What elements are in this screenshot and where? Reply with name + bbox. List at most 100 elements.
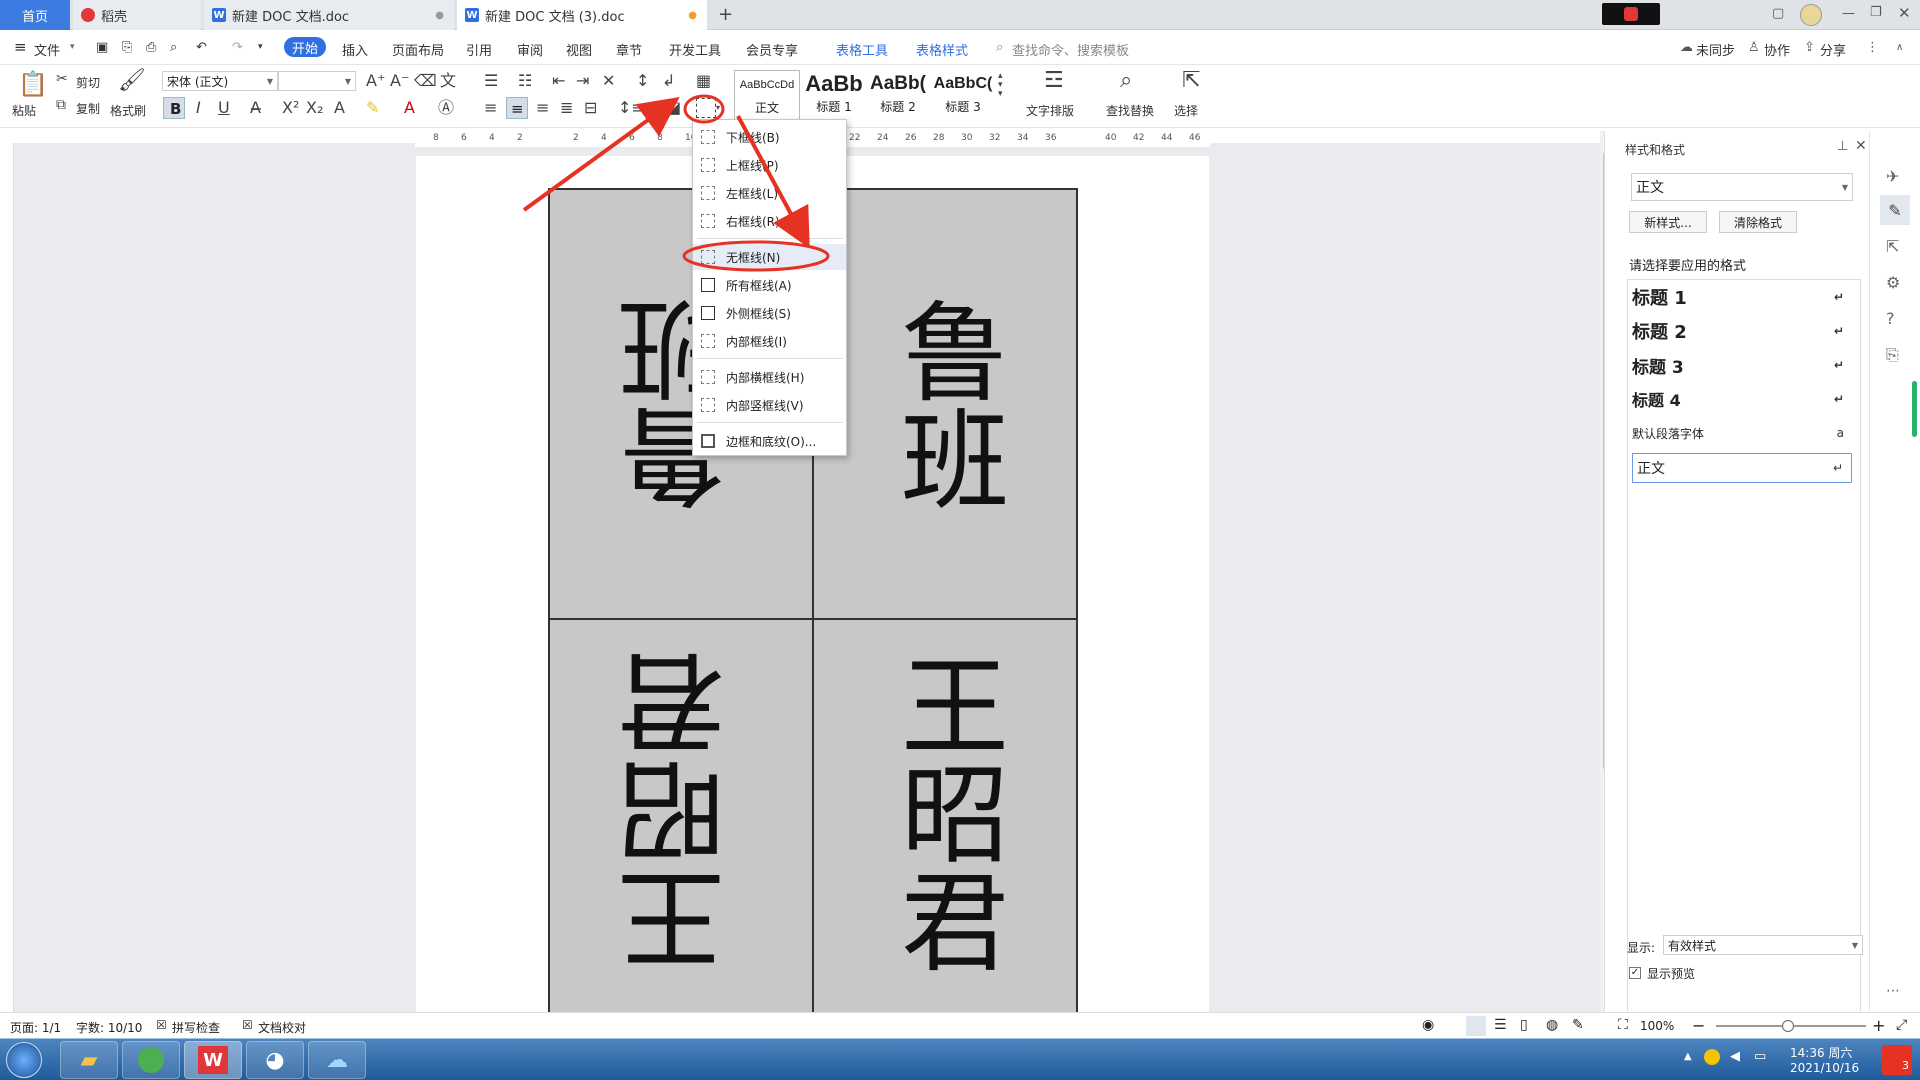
shrink-font-icon[interactable]: A⁻ bbox=[390, 73, 409, 89]
align-left-icon[interactable]: ≡ bbox=[484, 100, 497, 116]
taskbar-browser[interactable] bbox=[122, 1041, 180, 1079]
show-preview-checkbox[interactable]: ✓ bbox=[1629, 967, 1641, 979]
outline-view-icon[interactable]: ☰ bbox=[1494, 1017, 1507, 1033]
menu-start[interactable]: 开始 bbox=[284, 37, 326, 57]
shading-icon[interactable]: ◪ bbox=[666, 100, 681, 116]
web-view-icon[interactable]: ◍ bbox=[1546, 1017, 1558, 1033]
taskbar-wechat[interactable]: ◕ bbox=[246, 1041, 304, 1079]
menu-table-tools[interactable]: 表格工具 bbox=[836, 40, 888, 59]
taskbar-cloud[interactable]: ☁ bbox=[308, 1041, 366, 1079]
show-filter-select[interactable]: 有效样式 ▼ bbox=[1663, 935, 1863, 955]
tab-daoke[interactable]: 稻壳 bbox=[73, 0, 201, 30]
redo-icon[interactable]: ↷ bbox=[232, 40, 243, 55]
more-icon[interactable]: ⋮ bbox=[1866, 40, 1879, 55]
pin-icon[interactable]: ⊥ bbox=[1837, 139, 1848, 154]
paste-button[interactable]: 粘贴 bbox=[12, 102, 36, 119]
show-marks-icon[interactable]: ↲ bbox=[662, 73, 675, 89]
clock-time[interactable]: 14:36 周六 bbox=[1790, 1044, 1852, 1061]
menu-item-left-border[interactable]: 左框线(L) bbox=[693, 180, 846, 206]
network-icon[interactable]: ▭ bbox=[1754, 1049, 1766, 1064]
strikethrough-icon[interactable]: A̶ bbox=[250, 100, 261, 116]
phonetic-icon[interactable]: 文 bbox=[440, 73, 456, 89]
menu-section[interactable]: 章节 bbox=[616, 40, 642, 59]
justify-icon[interactable]: ≣ bbox=[560, 100, 573, 116]
italic-icon[interactable]: I bbox=[196, 100, 201, 116]
distribute-icon[interactable]: ⊟ bbox=[584, 100, 597, 116]
line-spacing-icon[interactable]: ↕≡ bbox=[618, 100, 645, 116]
table-cell[interactable]: 鲁班 bbox=[813, 189, 1077, 619]
menu-insert[interactable]: 插入 bbox=[342, 40, 368, 59]
style-heading1[interactable]: AaBb 标题 1 bbox=[802, 70, 866, 120]
menu-item-outside-borders[interactable]: 外侧框线(S) bbox=[693, 300, 846, 326]
tab-doc1[interactable]: W 新建 DOC 文档.doc ● bbox=[204, 0, 454, 30]
restore-icon[interactable]: ❐ bbox=[1870, 5, 1882, 20]
taskbar-wps[interactable]: W bbox=[184, 1041, 242, 1079]
menu-page-layout[interactable]: 页面布局 bbox=[392, 40, 444, 59]
zoom-level[interactable]: 100% bbox=[1640, 1019, 1674, 1033]
tray-app-icon[interactable] bbox=[1704, 1049, 1720, 1065]
style-list-item[interactable]: 标题 2 ↵ bbox=[1632, 316, 1852, 346]
bullet-list-icon[interactable]: ☰ bbox=[484, 73, 498, 89]
cut-button[interactable]: 剪切 bbox=[76, 74, 100, 91]
menu-item-no-border[interactable]: 无框线(N) bbox=[693, 244, 846, 270]
text-layout-button[interactable]: 文字排版 bbox=[1026, 102, 1074, 119]
format-painter-button[interactable]: 格式刷 bbox=[110, 102, 146, 119]
increase-indent-icon[interactable]: ⇥ bbox=[576, 73, 589, 89]
align-right-icon[interactable]: ≡ bbox=[536, 100, 549, 116]
style-pen-icon[interactable]: ✎ bbox=[1880, 195, 1910, 225]
font-color-icon[interactable]: A bbox=[404, 100, 415, 116]
menu-developer[interactable]: 开发工具 bbox=[669, 40, 721, 59]
menu-item-right-border[interactable]: 右框线(R) bbox=[693, 208, 846, 234]
menu-references[interactable]: 引用 bbox=[466, 40, 492, 59]
print-preview-icon[interactable]: ⌕ bbox=[170, 40, 177, 55]
start-button[interactable] bbox=[6, 1042, 42, 1078]
bold-button[interactable]: B bbox=[163, 97, 185, 119]
menu-item-all-borders[interactable]: 所有框线(A) bbox=[693, 272, 846, 298]
clear-format-button[interactable]: 清除格式 bbox=[1719, 211, 1797, 233]
table-cell[interactable]: 王昭君 bbox=[549, 619, 813, 1017]
close-tab-icon[interactable]: ● bbox=[435, 10, 444, 21]
current-style-select[interactable]: 正文 ▼ bbox=[1631, 173, 1853, 201]
select-button[interactable]: 选择 bbox=[1174, 102, 1198, 119]
menu-item-borders-shading[interactable]: 边框和底纹(O)... bbox=[693, 428, 846, 454]
new-tab-button[interactable]: + bbox=[718, 4, 733, 25]
reading-view-icon[interactable]: ▯ bbox=[1520, 1017, 1528, 1033]
menu-item-top-border[interactable]: 上框线(P) bbox=[693, 152, 846, 178]
border-button[interactable] bbox=[696, 98, 716, 118]
fullscreen-icon[interactable]: ⤢ bbox=[1896, 1017, 1907, 1033]
minimize-icon[interactable]: — bbox=[1842, 6, 1855, 21]
quick-access-more-icon[interactable]: ▾ bbox=[258, 42, 263, 52]
table-icon[interactable]: ▦ bbox=[696, 73, 711, 89]
hamburger-icon[interactable]: ≡ bbox=[14, 38, 27, 56]
help-icon[interactable]: ? bbox=[1886, 309, 1895, 328]
copy-button[interactable]: 复制 bbox=[76, 100, 100, 117]
fit-page-icon[interactable]: ⛶ bbox=[1618, 1017, 1628, 1033]
find-replace-button[interactable]: 查找替换 bbox=[1106, 102, 1154, 119]
backup-icon[interactable]: ⎘ bbox=[1886, 345, 1899, 365]
clear-format-icon[interactable]: ⌫ bbox=[414, 73, 437, 89]
styles-scroll-icon[interactable]: ▴ ▾ ▾ bbox=[998, 72, 1003, 99]
highlight-icon[interactable]: ✎ bbox=[366, 100, 379, 116]
border-dropdown-icon[interactable]: ▾ bbox=[716, 104, 720, 112]
style-list-item[interactable]: 标题 4 ↵ bbox=[1632, 384, 1852, 414]
page-view-icon[interactable] bbox=[1466, 1016, 1486, 1036]
proofread-button[interactable]: 文档校对 bbox=[258, 1019, 306, 1036]
decrease-indent-icon[interactable]: ⇤ bbox=[552, 73, 565, 89]
close-window-icon[interactable]: ✕ bbox=[1898, 4, 1911, 22]
chevron-down-icon[interactable]: ▾ bbox=[70, 42, 75, 52]
sort-icon[interactable]: ↕ bbox=[636, 73, 649, 89]
collab-button[interactable]: 协作 bbox=[1764, 40, 1790, 59]
table-cell[interactable]: 王昭君 bbox=[813, 619, 1077, 1017]
underline-icon[interactable]: U bbox=[218, 100, 230, 116]
cursor-icon[interactable]: ⇱ bbox=[1886, 237, 1899, 256]
taskbar-explorer[interactable]: ▰ bbox=[60, 1041, 118, 1079]
number-list-icon[interactable]: ☷ bbox=[518, 73, 532, 89]
tab-home[interactable]: 首页 bbox=[0, 0, 70, 30]
close-panel-icon[interactable]: ✕ bbox=[1855, 138, 1867, 154]
font-size-select[interactable]: ▼ bbox=[278, 71, 356, 91]
menu-item-bottom-border[interactable]: 下框线(B) bbox=[693, 124, 846, 150]
promo-badge-icon[interactable] bbox=[1602, 3, 1660, 25]
menu-member[interactable]: 会员专享 bbox=[746, 40, 798, 59]
new-style-button[interactable]: 新样式... bbox=[1629, 211, 1707, 233]
style-list-item[interactable]: 默认段落字体 a bbox=[1632, 418, 1852, 448]
